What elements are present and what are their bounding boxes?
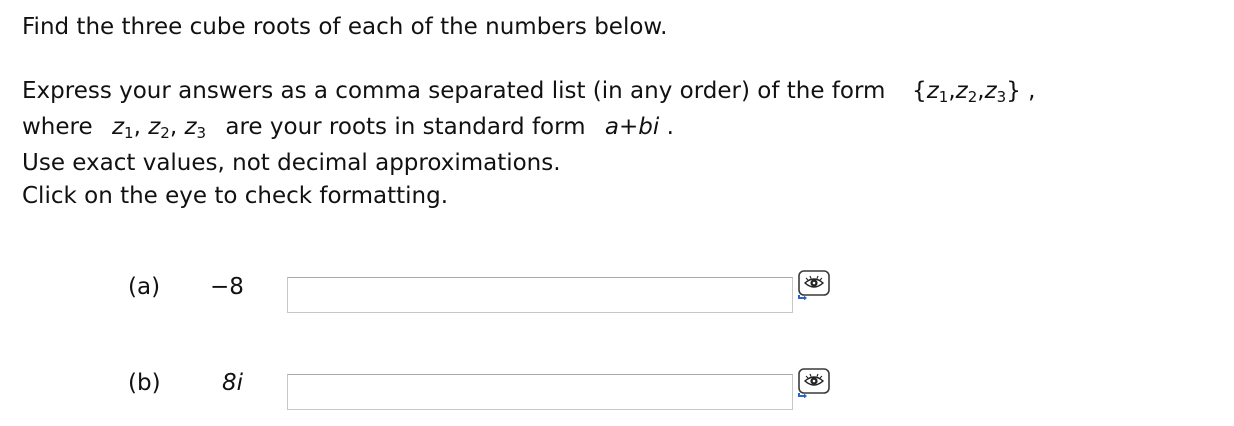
part-a-number: −8: [210, 274, 244, 300]
part-a-preview-button[interactable]: [797, 270, 831, 301]
part-a-label: (a): [128, 274, 161, 300]
instruction-line-2: Express your answers as a comma separate…: [22, 78, 1036, 106]
eye-icon: [798, 368, 830, 399]
instruction-line-3: where z1, z2, z3 are your roots in stand…: [22, 114, 674, 142]
instruction-line-4: Use exact values, not decimal approximat…: [22, 150, 561, 176]
instruction-line-1: Find the three cube roots of each of the…: [22, 14, 668, 40]
part-a-answer-input[interactable]: [287, 277, 793, 313]
part-b-answer-input[interactable]: [287, 374, 793, 410]
part-b-number: 8i: [222, 370, 244, 396]
standard-form: a+bi: [604, 114, 660, 140]
set-notation: {z1,z2,z3}: [912, 78, 1021, 106]
part-b-preview-button[interactable]: [797, 368, 831, 399]
part-b-label: (b): [128, 370, 161, 396]
instruction-form-text: Express your answers as a comma separate…: [22, 78, 886, 104]
instruction-line-5: Click on the eye to check formatting.: [22, 183, 449, 209]
eye-icon: [798, 270, 830, 301]
